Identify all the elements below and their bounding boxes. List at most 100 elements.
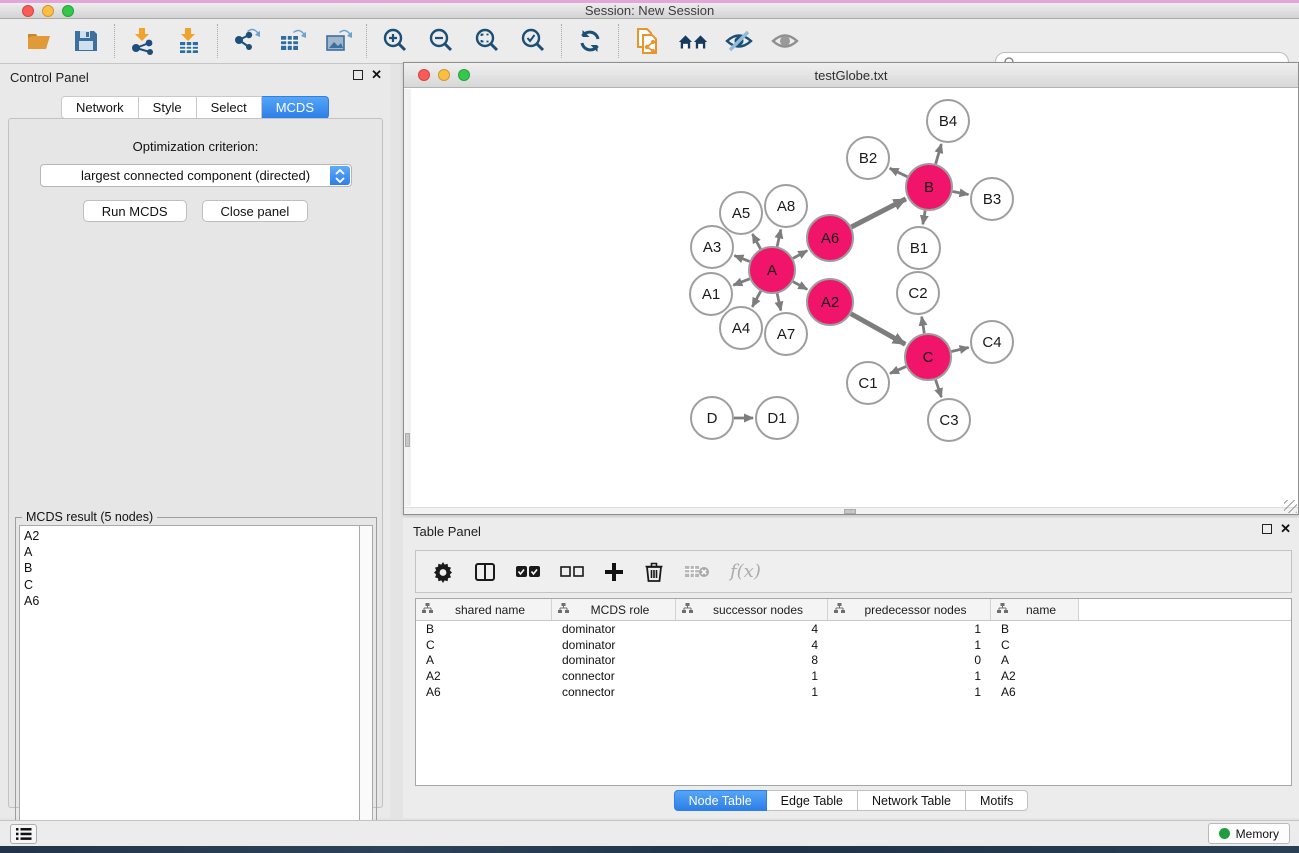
result-item[interactable]: A2	[24, 528, 359, 544]
edge-A-A8[interactable]	[777, 229, 781, 246]
table-cell[interactable]: connector	[552, 669, 676, 683]
sort-tree-icon[interactable]	[422, 603, 433, 617]
float-table-panel-icon[interactable]	[1262, 524, 1272, 534]
table-cell[interactable]: 1	[828, 622, 991, 636]
task-history-button[interactable]	[10, 824, 37, 844]
open-file-icon[interactable]	[24, 25, 56, 57]
minimize-window-button[interactable]	[42, 5, 54, 17]
eye-slash-icon[interactable]	[723, 25, 755, 57]
table-cell[interactable]: dominator	[552, 638, 676, 652]
result-item[interactable]: B	[24, 560, 359, 576]
edge-A-A4[interactable]	[752, 291, 760, 307]
table-row[interactable]: A6connector11A6	[416, 684, 1291, 700]
table-cell[interactable]: 4	[676, 638, 828, 652]
export-network-icon[interactable]	[230, 25, 262, 57]
control-tab-network[interactable]: Network	[61, 96, 139, 119]
network-vertical-scrollbar[interactable]	[404, 89, 411, 506]
edge-C-C2[interactable]	[922, 317, 925, 334]
zoom-window-button[interactable]	[62, 5, 74, 17]
edge-A6-B[interactable]	[851, 199, 906, 227]
copy-network-icon[interactable]	[631, 25, 663, 57]
edge-B-B4[interactable]	[936, 144, 942, 164]
column-header-name[interactable]: name	[991, 599, 1079, 620]
table-cell[interactable]: C	[416, 638, 552, 652]
table-row[interactable]: Bdominator41B	[416, 621, 1291, 637]
settings-gear-icon[interactable]	[432, 561, 454, 583]
network-horizontal-scrollbar[interactable]	[404, 507, 1298, 514]
table-tab-motifs[interactable]: Motifs	[966, 790, 1028, 811]
table-cell[interactable]: A	[991, 653, 1079, 667]
edge-C-C1[interactable]	[890, 367, 906, 374]
sort-tree-icon[interactable]	[682, 603, 693, 617]
table-row[interactable]: A2connector11A2	[416, 668, 1291, 684]
edge-B-B3[interactable]	[953, 191, 969, 194]
table-cell[interactable]: 1	[828, 685, 991, 699]
network-canvas[interactable]: AA1A2A3A4A5A6A7A8BB1B2B3B4CC1C2C3C4DD1	[412, 89, 1297, 506]
sort-tree-icon[interactable]	[834, 603, 845, 617]
edge-A-A1[interactable]	[733, 279, 749, 285]
edge-A-A5[interactable]	[752, 234, 760, 249]
zoom-out-icon[interactable]	[425, 25, 457, 57]
refresh-layout-icon[interactable]	[574, 25, 606, 57]
table-cell[interactable]: dominator	[552, 622, 676, 636]
column-header-shared-name[interactable]: shared name	[416, 599, 552, 620]
edge-A-A3[interactable]	[734, 256, 749, 262]
edge-A-A6[interactable]	[793, 251, 807, 259]
column-header-successor-nodes[interactable]: successor nodes	[676, 599, 828, 620]
network-zoom-button[interactable]	[458, 69, 470, 81]
edge-A-A7[interactable]	[777, 293, 781, 310]
table-cell[interactable]: 1	[828, 669, 991, 683]
edge-B-B2[interactable]	[890, 168, 908, 176]
edge-A2-C[interactable]	[851, 314, 905, 345]
table-row[interactable]: Cdominator41C	[416, 637, 1291, 653]
edge-C-C3[interactable]	[936, 380, 942, 397]
zoom-fit-icon[interactable]	[471, 25, 503, 57]
table-cell[interactable]: C	[991, 638, 1079, 652]
table-cell[interactable]: A6	[416, 685, 552, 699]
export-image-icon[interactable]	[322, 25, 354, 57]
table-cell[interactable]: connector	[552, 685, 676, 699]
export-table-icon[interactable]	[276, 25, 308, 57]
delete-column-icon[interactable]	[644, 561, 664, 583]
save-session-icon[interactable]	[70, 25, 102, 57]
run-mcds-button[interactable]: Run MCDS	[83, 200, 187, 222]
network-close-button[interactable]	[418, 69, 430, 81]
edge-B-B1[interactable]	[923, 211, 925, 225]
column-header-MCDS-role[interactable]: MCDS role	[552, 599, 676, 620]
double-house-icon[interactable]	[677, 25, 709, 57]
function-builder-icon[interactable]: f(x)	[730, 561, 761, 582]
network-minimize-button[interactable]	[438, 69, 450, 81]
table-cell[interactable]: A6	[991, 685, 1079, 699]
control-tab-mcds[interactable]: MCDS	[262, 96, 329, 119]
close-table-panel-icon[interactable]: ✕	[1280, 524, 1291, 534]
table-cell[interactable]: 4	[676, 622, 828, 636]
table-cell[interactable]: 8	[676, 653, 828, 667]
control-tab-style[interactable]: Style	[139, 96, 197, 119]
column-header-predecessor-nodes[interactable]: predecessor nodes	[828, 599, 991, 620]
delete-table-icon[interactable]	[684, 563, 710, 581]
table-tab-network-table[interactable]: Network Table	[858, 790, 966, 811]
result-scrollbar[interactable]	[359, 525, 373, 851]
memory-button[interactable]: Memory	[1208, 823, 1290, 844]
column-layout-icon[interactable]	[474, 561, 496, 583]
table-cell[interactable]: 0	[828, 653, 991, 667]
result-item[interactable]: A	[24, 544, 359, 560]
zoom-selected-icon[interactable]	[517, 25, 549, 57]
zoom-in-icon[interactable]	[379, 25, 411, 57]
table-row[interactable]: Adominator80A	[416, 653, 1291, 669]
table-cell[interactable]: A2	[991, 669, 1079, 683]
edge-A-A2[interactable]	[793, 282, 807, 290]
table-cell[interactable]: 1	[676, 685, 828, 699]
table-cell[interactable]: 1	[676, 669, 828, 683]
close-panel-button[interactable]: Close panel	[202, 200, 309, 222]
float-panel-icon[interactable]	[353, 70, 363, 80]
import-network-icon[interactable]	[127, 25, 159, 57]
close-window-button[interactable]	[22, 5, 34, 17]
sort-tree-icon[interactable]	[997, 603, 1008, 617]
network-graph[interactable]: AA1A2A3A4A5A6A7A8BB1B2B3B4CC1C2C3C4DD1	[412, 89, 1299, 508]
add-column-icon[interactable]	[604, 562, 624, 582]
close-panel-icon[interactable]: ✕	[371, 70, 382, 80]
select-all-checkboxes-icon[interactable]	[516, 565, 540, 579]
table-cell[interactable]: A2	[416, 669, 552, 683]
table-cell[interactable]: A	[416, 653, 552, 667]
